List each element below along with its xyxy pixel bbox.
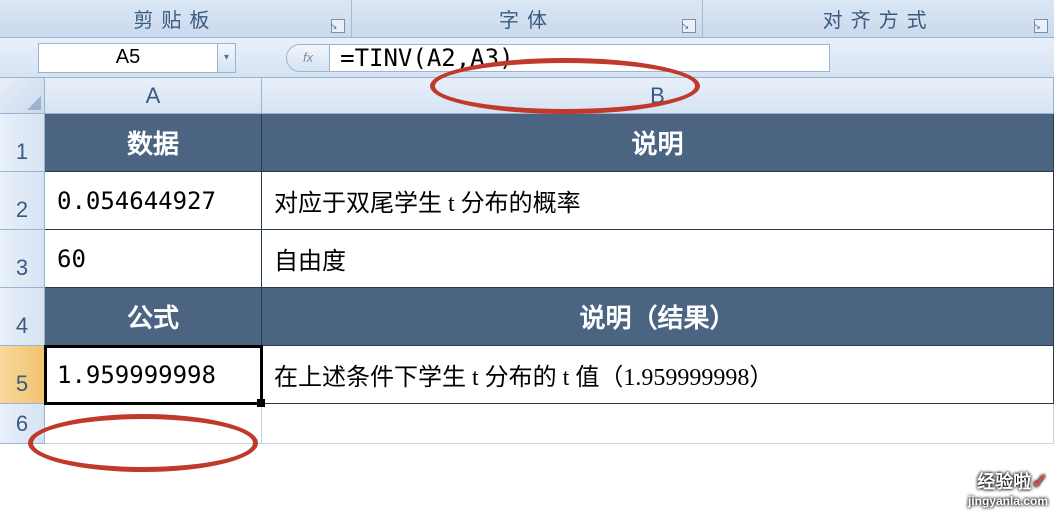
dialog-launcher-icon[interactable] bbox=[1034, 19, 1048, 33]
ribbon-group-alignment[interactable]: 对齐方式 bbox=[703, 0, 1054, 37]
cell-value: 在上述条件下学生 t 分布的 t 值（1.959999998） bbox=[274, 357, 773, 392]
row-label: 2 bbox=[16, 197, 28, 223]
row-label: 6 bbox=[16, 411, 28, 437]
fx-button-icon[interactable]: fx bbox=[303, 50, 313, 65]
cell-A4[interactable]: 公式 bbox=[45, 288, 262, 346]
dialog-launcher-icon[interactable] bbox=[331, 19, 345, 33]
cell-A6[interactable] bbox=[45, 404, 262, 444]
name-box-dropdown-icon[interactable] bbox=[218, 43, 236, 73]
column-header-A[interactable]: A bbox=[45, 78, 262, 114]
row-header-2[interactable]: 2 bbox=[0, 172, 45, 230]
formula-area: fx =TINV(A2,A3) bbox=[286, 44, 830, 72]
row-label: 1 bbox=[16, 139, 28, 165]
sheet-area: 1 2 3 4 5 6 数据 说明 0.054644927 对应于双尾学生 t … bbox=[0, 114, 1054, 444]
row-header-1[interactable]: 1 bbox=[0, 114, 45, 172]
watermark-url: jingyanla.com bbox=[968, 494, 1048, 508]
cell-value: 数据 bbox=[127, 124, 179, 161]
dialog-launcher-icon[interactable] bbox=[682, 19, 696, 33]
watermark-brand: 经验啦 bbox=[977, 472, 1031, 492]
formula-input[interactable]: =TINV(A2,A3) bbox=[330, 44, 830, 72]
column-headers: A B bbox=[0, 78, 1054, 114]
check-icon: ✓ bbox=[1031, 471, 1048, 493]
row-header-3[interactable]: 3 bbox=[0, 230, 45, 288]
table-row: 数据 说明 bbox=[45, 114, 1054, 172]
cell-value: 60 bbox=[57, 245, 86, 273]
select-all-corner[interactable] bbox=[0, 78, 45, 114]
formula-buttons: fx bbox=[286, 44, 330, 72]
ribbon-group-label: 对齐方式 bbox=[823, 4, 935, 33]
table-row: 1.959999998 在上述条件下学生 t 分布的 t 值（1.9599999… bbox=[45, 346, 1054, 404]
cell-value: 自由度 bbox=[274, 241, 346, 276]
cell-B5[interactable]: 在上述条件下学生 t 分布的 t 值（1.959999998） bbox=[262, 346, 1054, 404]
row-headers: 1 2 3 4 5 6 bbox=[0, 114, 45, 444]
cell-value: 说明（结果） bbox=[579, 298, 735, 335]
table-row bbox=[45, 404, 1054, 444]
row-label: 3 bbox=[16, 255, 28, 281]
cell-value: 说明 bbox=[631, 124, 683, 161]
row-label: 4 bbox=[16, 313, 28, 339]
formula-text: =TINV(A2,A3) bbox=[340, 44, 513, 72]
cell-value: 1.959999998 bbox=[57, 361, 216, 389]
row-header-4[interactable]: 4 bbox=[0, 288, 45, 346]
row-header-5[interactable]: 5 bbox=[0, 346, 45, 404]
column-header-B[interactable]: B bbox=[262, 78, 1054, 114]
col-label: A bbox=[146, 83, 161, 109]
cell-B4[interactable]: 说明（结果） bbox=[262, 288, 1054, 346]
table-row: 公式 说明（结果） bbox=[45, 288, 1054, 346]
row-label: 5 bbox=[16, 371, 28, 397]
cell-B1[interactable]: 说明 bbox=[262, 114, 1054, 172]
name-box[interactable]: A5 bbox=[38, 43, 218, 73]
watermark: 经验啦✓ jingyanla.com bbox=[968, 468, 1048, 508]
cell-A3[interactable]: 60 bbox=[45, 230, 262, 288]
cell-reference: A5 bbox=[116, 46, 140, 69]
col-label: B bbox=[650, 83, 665, 109]
table-row: 60 自由度 bbox=[45, 230, 1054, 288]
table-row: 0.054644927 对应于双尾学生 t 分布的概率 bbox=[45, 172, 1054, 230]
cell-value: 公式 bbox=[127, 298, 179, 335]
ribbon-group-label: 剪贴板 bbox=[133, 4, 217, 33]
ribbon-groups-row: 剪贴板 字体 对齐方式 bbox=[0, 0, 1054, 38]
cell-B2[interactable]: 对应于双尾学生 t 分布的概率 bbox=[262, 172, 1054, 230]
cell-B6[interactable] bbox=[262, 404, 1054, 444]
cell-A5[interactable]: 1.959999998 bbox=[45, 346, 262, 404]
cell-A1[interactable]: 数据 bbox=[45, 114, 262, 172]
cell-value: 0.054644927 bbox=[57, 187, 216, 215]
cell-value: 对应于双尾学生 t 分布的概率 bbox=[274, 183, 581, 218]
ribbon-group-font[interactable]: 字体 bbox=[352, 0, 704, 37]
ribbon-group-clipboard[interactable]: 剪贴板 bbox=[0, 0, 352, 37]
cell-A2[interactable]: 0.054644927 bbox=[45, 172, 262, 230]
row-header-6[interactable]: 6 bbox=[0, 404, 45, 444]
cell-B3[interactable]: 自由度 bbox=[262, 230, 1054, 288]
ribbon-group-label: 字体 bbox=[499, 4, 555, 33]
grid-body: 数据 说明 0.054644927 对应于双尾学生 t 分布的概率 60 自由度… bbox=[45, 114, 1054, 444]
formula-bar: A5 fx =TINV(A2,A3) bbox=[0, 38, 1054, 78]
